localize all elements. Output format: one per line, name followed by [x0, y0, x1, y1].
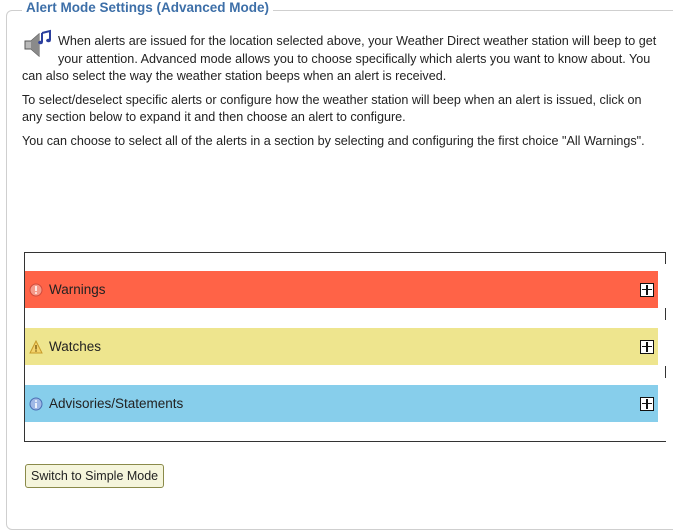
- intro-text: When alerts are issued for the location …: [22, 29, 660, 156]
- section-watches[interactable]: Watches: [25, 328, 658, 365]
- intro-paragraph-2: To select/deselect specific alerts or co…: [22, 92, 642, 125]
- fieldset-legend: Alert Mode Settings (Advanced Mode): [22, 0, 274, 16]
- section-label-advisories: Advisories/Statements: [49, 396, 184, 411]
- section-advisories[interactable]: Advisories/Statements: [25, 385, 658, 422]
- expand-watches-button[interactable]: [640, 339, 654, 354]
- intro-paragraph-3: You can choose to select all of the aler…: [22, 133, 645, 148]
- intro-paragraph-1: When alerts are issued for the location …: [22, 29, 660, 86]
- section-label-watches: Watches: [49, 339, 102, 354]
- alert-sections-panel: Warnings Watches Advisories/Statements: [24, 252, 666, 442]
- section-label-warnings: Warnings: [49, 282, 106, 297]
- panel-edge-tick-1: [665, 252, 666, 264]
- panel-edge-tick-2: [665, 308, 666, 320]
- speaker-music-icon: [24, 29, 51, 58]
- switch-to-simple-mode-button[interactable]: Switch to Simple Mode: [25, 464, 165, 488]
- expand-advisories-button[interactable]: [640, 396, 654, 411]
- caution-triangle-icon: [29, 339, 43, 353]
- warning-circle-icon: [29, 283, 43, 296]
- expand-warnings-button[interactable]: [640, 282, 654, 297]
- panel-edge-tick-3: [665, 366, 666, 378]
- section-warnings[interactable]: Warnings: [25, 271, 658, 308]
- info-circle-icon: [29, 397, 43, 410]
